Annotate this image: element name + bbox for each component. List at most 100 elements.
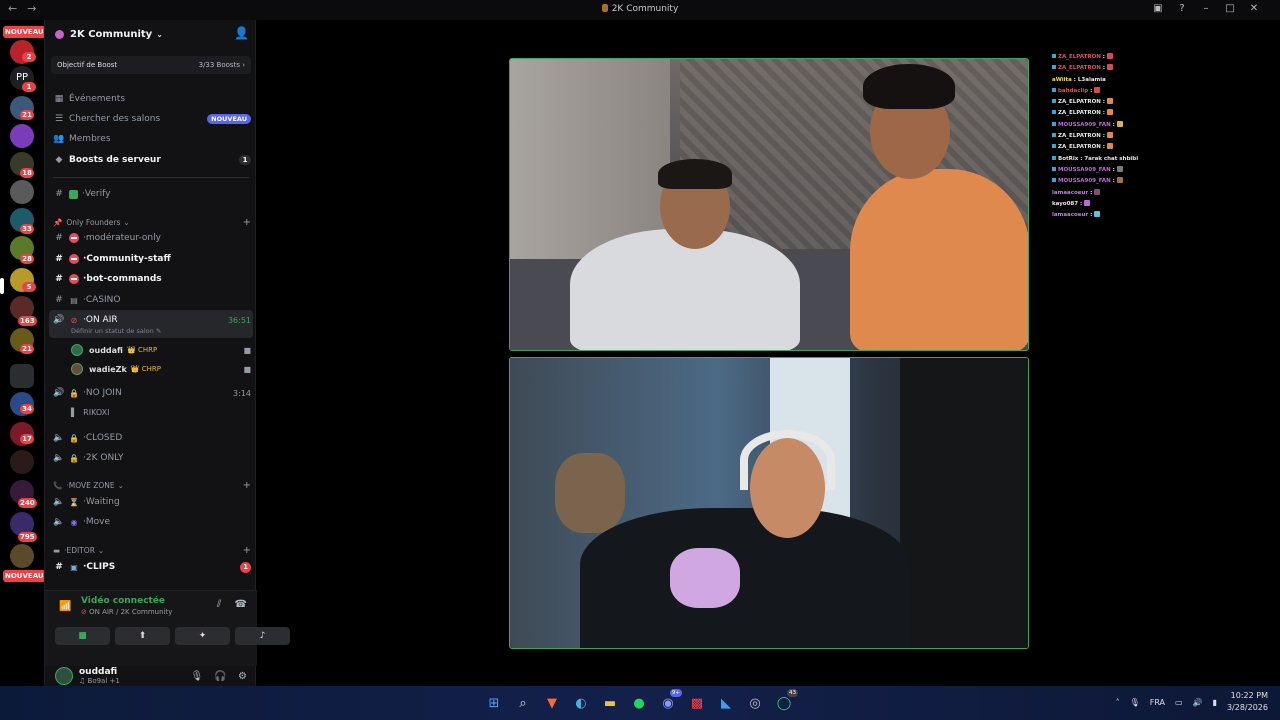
windows-start-icon[interactable]: ⊞ xyxy=(482,692,506,714)
server-icon[interactable] xyxy=(10,544,34,568)
menu-members[interactable]: 👥 Membres xyxy=(53,130,251,148)
server-icon[interactable] xyxy=(10,180,34,204)
voice-status-subtitle[interactable]: ⊘ ON AIR / 2K Community xyxy=(81,608,172,616)
help-icon[interactable]: ? xyxy=(1170,3,1194,14)
voice-channel-move[interactable]: 🔈 ◉ · Move xyxy=(53,513,251,531)
checkmark-icon xyxy=(69,189,78,199)
search-icon[interactable]: ⌕ xyxy=(511,692,535,714)
folder-icon[interactable] xyxy=(10,364,34,388)
channel-moderateur-only[interactable]: # · modérateur-only xyxy=(53,229,251,247)
emote-icon xyxy=(1094,86,1101,93)
avatar[interactable] xyxy=(55,667,73,685)
server-badge: 795 xyxy=(18,532,37,542)
emote-icon xyxy=(1084,199,1091,206)
screen-share-button[interactable]: ⬆ xyxy=(115,627,170,645)
chat-line: MOUSSA909_FAN : xyxy=(1052,165,1172,176)
server-icon[interactable] xyxy=(10,450,34,474)
menu-events[interactable]: ▦ Événements xyxy=(53,90,251,108)
voice-user-wadiezk[interactable]: wadieZk 👑 CHRP ■ xyxy=(71,361,251,377)
minimize-button[interactable]: – xyxy=(1194,3,1218,14)
category-move-zone[interactable]: 📞 · MOVE ZONE ⌄ + xyxy=(53,478,251,492)
channel-bot-commands[interactable]: # · bot-commands xyxy=(53,270,251,288)
menu-server-boosts[interactable]: ◆ Boosts de serveur 1 xyxy=(53,151,251,169)
camera-button[interactable]: ■ xyxy=(55,627,110,645)
microphone-icon[interactable]: 🎙 xyxy=(191,671,204,682)
channel-verify[interactable]: # · Verify xyxy=(53,185,251,203)
add-channel-icon[interactable]: + xyxy=(243,480,251,491)
vscode-icon[interactable]: ◣ xyxy=(714,692,738,714)
voice-status-title: Vidéo connectée xyxy=(81,596,166,606)
app-icon[interactable]: ▩ xyxy=(685,692,709,714)
clock[interactable]: 10:22 PM 3/28/2026 xyxy=(1227,690,1268,714)
forbidden-icon: ⊘ xyxy=(81,608,87,616)
nouveau-tag: NOUVEAU xyxy=(3,26,46,38)
chat-line: ZA_ELPATRON : xyxy=(1052,63,1172,74)
channel-casino[interactable]: # ▤ · CASINO xyxy=(53,291,251,309)
maximize-button[interactable]: □ xyxy=(1218,3,1242,14)
phone-icon: 📞 xyxy=(53,480,63,490)
network-icon[interactable]: ▭ xyxy=(1175,698,1183,707)
signal-icon[interactable]: 📶 xyxy=(59,601,71,612)
close-button[interactable]: ✕ xyxy=(1242,3,1266,14)
boost-count: 3/33 Boosts › xyxy=(198,61,245,69)
server-rail: NOUVEAU 2 PP 1 21 18 33 28 5 163 21 34 1… xyxy=(0,20,46,686)
add-channel-icon[interactable]: + xyxy=(243,217,251,228)
battery-icon[interactable]: ▮ xyxy=(1213,698,1217,707)
voice-user-rikoxi[interactable]: ▌ RIKOXI xyxy=(71,404,251,420)
folder-icon: ▬ xyxy=(53,545,61,555)
channel-clips[interactable]: # ▣ · CLIPS 1 xyxy=(53,558,251,576)
language-indicator[interactable]: FRA xyxy=(1150,698,1165,707)
noise-suppression-icon[interactable]: ⫽ xyxy=(217,599,221,610)
menu-search-channels[interactable]: ☰ Chercher des salons NOUVEAU xyxy=(53,110,251,128)
hourglass-icon: ⌛ xyxy=(69,497,79,507)
channel-status-hint[interactable]: Définir un statut de salon ✎ xyxy=(71,327,161,335)
microphone-icon[interactable]: 🎙 xyxy=(1130,698,1140,707)
hash-icon: # xyxy=(55,233,63,243)
voice-connected-panel: 📶 Vidéo connectée ⊘ ON AIR / 2K Communit… xyxy=(45,590,290,666)
file-explorer-icon[interactable]: ▬ xyxy=(598,692,622,714)
speaker-icon: 🔈 xyxy=(53,453,65,463)
disconnect-icon[interactable]: ☎ xyxy=(235,599,247,610)
brave-browser-icon[interactable]: ▼ xyxy=(540,692,564,714)
voice-timer: 3:14 xyxy=(233,388,251,398)
voice-channel-no-join[interactable]: 🔊 🔒 · NO JOIN 3:14 xyxy=(53,384,251,402)
channel-community-staff[interactable]: # · Community-staff xyxy=(53,250,251,268)
activities-button[interactable]: ✦ xyxy=(175,627,230,645)
user-status: ♫ Bo9al +1 xyxy=(79,676,120,685)
chat-line: MOUSSA909_FAN : xyxy=(1052,120,1172,131)
boost-goal-bar[interactable]: Objectif de Boost 3/33 Boosts › xyxy=(51,56,251,74)
inbox-icon[interactable]: ▣ xyxy=(1146,3,1170,14)
spotify-icon[interactable]: ● xyxy=(627,692,651,714)
server-badge: 1 xyxy=(22,82,36,92)
invite-people-icon[interactable]: 👤 xyxy=(234,26,249,40)
headphones-icon[interactable]: 🎧 xyxy=(214,671,226,682)
discord-icon[interactable]: ◉ 9+ xyxy=(656,689,682,714)
server-icon[interactable] xyxy=(10,124,34,148)
video-tile-2[interactable] xyxy=(509,357,1029,649)
edge-browser-icon[interactable]: ◐ xyxy=(569,692,593,714)
user-icon: ▌ xyxy=(71,407,78,417)
soundboard-button[interactable]: ♪ xyxy=(235,627,290,645)
emote-icon xyxy=(1116,165,1123,172)
avatar xyxy=(71,363,83,375)
gear-icon[interactable]: ⚙ xyxy=(238,671,247,682)
divider xyxy=(53,177,249,178)
role-tag: 👑 CHRP xyxy=(126,346,158,354)
category-editor[interactable]: ▬ · EDITOR ⌄ + xyxy=(53,543,251,557)
voice-channel-closed[interactable]: 🔈 🔒 · CLOSED xyxy=(53,429,251,447)
user-info[interactable]: ouddafi ♫ Bo9al +1 xyxy=(79,667,120,686)
category-only-founders[interactable]: 📌 Only Founders ⌄ + xyxy=(53,215,251,229)
voice-channel-waiting[interactable]: 🔈 ⌛ · Waiting xyxy=(53,493,251,511)
server-header[interactable]: 2K Community ⌄ 👤 xyxy=(45,20,257,48)
voice-user-ouddafi[interactable]: ouddafi 👑 CHRP ■ xyxy=(71,342,251,358)
add-channel-icon[interactable]: + xyxy=(243,545,251,556)
voice-channel-2k-only[interactable]: 🔈 🔒 · 2K ONLY xyxy=(53,449,251,467)
hash-icon: # xyxy=(55,562,63,572)
volume-icon[interactable]: 🔊 xyxy=(1193,698,1203,707)
steam-icon[interactable]: ◎ xyxy=(743,692,767,714)
video-tile-1[interactable] xyxy=(509,58,1029,351)
chevron-up-icon[interactable]: ˄ xyxy=(1116,698,1120,707)
chat-line: ZA_ELPATRON : xyxy=(1052,97,1172,108)
whatsapp-icon[interactable]: ◯ 43 xyxy=(772,689,798,714)
camera-icon: ■ xyxy=(243,345,251,355)
